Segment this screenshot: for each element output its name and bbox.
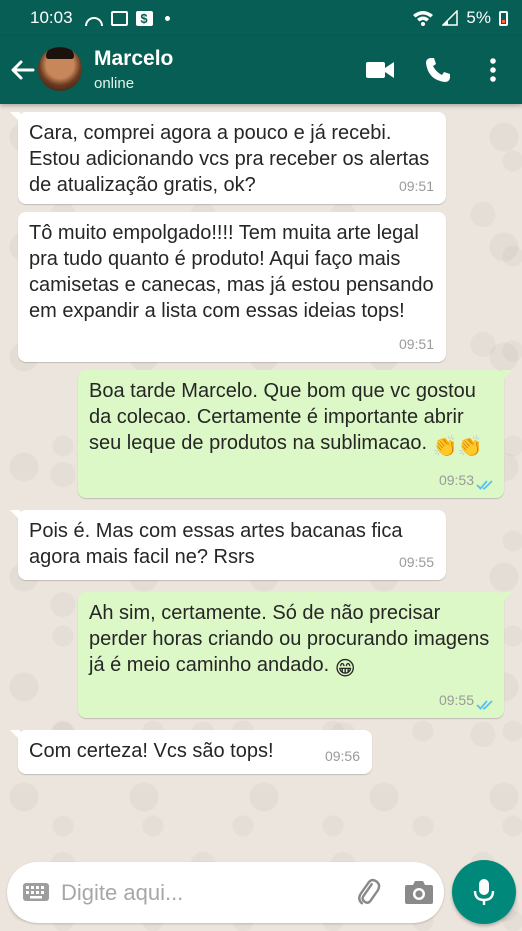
- message-time: 09:51: [398, 178, 434, 194]
- message-text: Cara, comprei agora a pouco e já recebi.…: [29, 122, 430, 196]
- voice-message-button[interactable]: [452, 860, 516, 924]
- status-time: 10:03: [30, 8, 73, 27]
- video-call-icon[interactable]: [364, 54, 396, 86]
- keyboard-icon[interactable]: [22, 881, 50, 903]
- message-text: Boa tarde Marcelo. Que bom que vc gostou…: [89, 378, 492, 460]
- message-text: Tô muito empolgado!!!! Tem muita arte le…: [29, 222, 434, 322]
- gallery-notification-icon: [110, 10, 128, 26]
- clapping-hands-emoji: 👏👏: [432, 436, 483, 458]
- camera-icon[interactable]: [404, 878, 434, 906]
- message-time: 09:51: [398, 336, 434, 352]
- message-text: Ah sim, certamente. Só de não precisar p…: [89, 600, 492, 682]
- status-system-icons: 5%: [412, 8, 508, 28]
- more-notifications-dot-icon: [164, 15, 170, 21]
- message-bubble-outgoing[interactable]: Ah sim, certamente. Só de não precisar p…: [78, 592, 512, 718]
- dollar-notification-icon: $: [135, 10, 153, 26]
- phone-call-icon[interactable]: [422, 54, 454, 86]
- microphone-icon: [473, 879, 495, 905]
- wifi-icon: [413, 11, 434, 26]
- message-time: 09:55: [398, 554, 434, 570]
- more-options-icon[interactable]: [477, 54, 509, 86]
- message-time: 09:56: [324, 748, 360, 764]
- weather-icon: [84, 16, 103, 26]
- signal-icon: [442, 10, 459, 26]
- message-bubble-outgoing[interactable]: Boa tarde Marcelo. Que bom que vc gostou…: [78, 370, 512, 498]
- read-receipt-icon: [476, 700, 493, 710]
- message-bubble-incoming[interactable]: Tô muito empolgado!!!! Tem muita arte le…: [18, 212, 446, 362]
- message-time: 09:55: [438, 692, 474, 708]
- read-receipt-icon: [476, 480, 493, 490]
- status-notification-icons: $: [84, 10, 170, 26]
- contact-status: online: [94, 75, 135, 92]
- message-text: Pois é. Mas com essas artes bacanas fica…: [29, 520, 403, 568]
- message-bubble-incoming[interactable]: Pois é. Mas com essas artes bacanas fica…: [10, 510, 446, 580]
- message-time: 09:53: [438, 472, 474, 488]
- status-bar: 10:03 $ 5%: [0, 0, 522, 36]
- battery-percent: 5%: [466, 8, 491, 27]
- message-text-body: Boa tarde Marcelo. Que bom que vc gostou…: [89, 380, 476, 454]
- contact-avatar[interactable]: [38, 47, 82, 91]
- back-arrow-icon[interactable]: [8, 56, 36, 84]
- message-composer: [7, 862, 444, 923]
- paperclip-icon[interactable]: [353, 877, 383, 907]
- message-text-body: Ah sim, certamente. Só de não precisar p…: [89, 602, 490, 676]
- message-input[interactable]: [59, 872, 343, 914]
- message-bubble-incoming[interactable]: Cara, comprei agora a pouco e já recebi.…: [10, 112, 446, 204]
- battery-icon: [499, 10, 508, 26]
- chat-header: Marcelo online: [0, 36, 522, 104]
- message-bubble-incoming[interactable]: Com certeza! Vcs são tops! 09:56: [10, 730, 372, 774]
- contact-name[interactable]: Marcelo: [94, 47, 173, 71]
- message-text: Com certeza! Vcs são tops!: [29, 740, 274, 762]
- grinning-face-emoji: 😁: [334, 658, 356, 680]
